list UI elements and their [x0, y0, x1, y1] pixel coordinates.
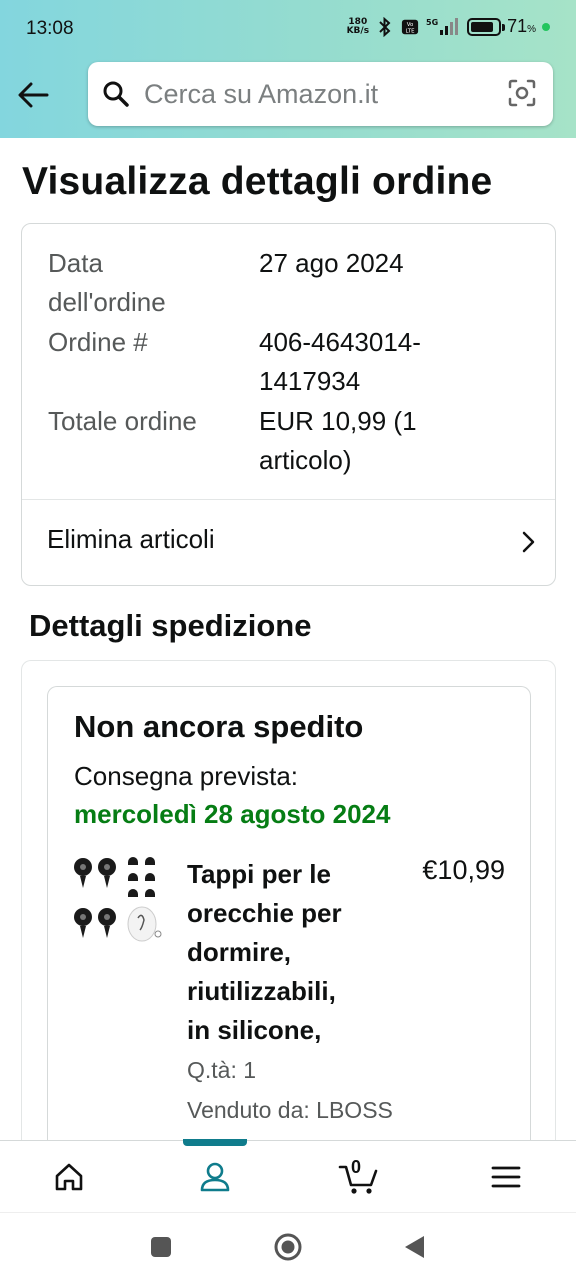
svg-text:Vo: Vo [407, 22, 414, 28]
order-total-label: Totale ordine [48, 406, 197, 436]
search-icon [102, 80, 130, 113]
product-image[interactable] [72, 852, 168, 946]
order-number-value: 406-4643014- 1417934 [259, 327, 421, 396]
product-quantity: Q.tà: 1 [187, 1057, 257, 1083]
nav-cart[interactable]: 0 [329, 1155, 389, 1199]
status-time: 13:08 [26, 18, 74, 39]
delivery-eta-label: Consegna prevista: [74, 761, 299, 791]
square-icon [151, 1237, 171, 1257]
nav-home[interactable] [39, 1155, 99, 1199]
search-bar[interactable]: Cerca su Amazon.it [88, 62, 553, 126]
menu-icon [491, 1166, 521, 1188]
app-header: 13:08 180 KB/s Vo LTE 5G 71% Cerca su Am… [0, 0, 576, 138]
svg-text:5G: 5G [426, 18, 438, 27]
bluetooth-icon [376, 16, 394, 37]
order-number-row: Ordine # 406-4643014- 1417934 [48, 323, 548, 403]
search-input[interactable]: Cerca su Amazon.it [144, 79, 378, 110]
order-summary-card: Data dell'ordine 27 ago 2024 Ordine # 40… [21, 223, 556, 586]
back-arrow-icon [18, 82, 49, 108]
page-title: Visualizza dettagli ordine [22, 160, 493, 203]
home-icon [55, 1163, 83, 1191]
recents-button[interactable] [145, 1231, 177, 1263]
home-button[interactable] [272, 1231, 304, 1263]
status-bar: 13:08 180 KB/s Vo LTE 5G 71% [0, 0, 576, 58]
shipping-section-title: Dettagli spedizione [29, 608, 312, 643]
svg-text:LTE: LTE [406, 28, 416, 34]
product-price: €10,99 [422, 855, 505, 885]
nav-menu[interactable] [476, 1155, 536, 1199]
camera-search-icon[interactable] [507, 78, 537, 113]
battery-icon [467, 17, 506, 36]
system-navigation-bar [0, 1212, 576, 1280]
nav-account[interactable] [185, 1155, 245, 1199]
active-tab-indicator [183, 1139, 247, 1146]
triangle-back-icon [405, 1236, 424, 1258]
status-icons: 180 KB/s Vo LTE 5G 71% [347, 16, 550, 37]
back-button[interactable] [398, 1231, 430, 1263]
product-title[interactable]: Tappi per le orecchie per dormire, riuti… [187, 855, 377, 1050]
charging-dot [542, 22, 550, 31]
order-number-label: Ordine # [48, 327, 148, 357]
order-total-value: EUR 10,99 (1 articolo) [259, 406, 417, 475]
volte-icon: Vo LTE [401, 17, 419, 37]
delete-items-link[interactable]: Elimina articoli [22, 500, 555, 586]
cart-count: 0 [351, 1157, 362, 1177]
order-date-row: Data dell'ordine 27 ago 2024 [48, 244, 548, 324]
order-total-row: Totale ordine EUR 10,99 (1 articolo) [48, 402, 548, 482]
battery-indicator: 71% [467, 16, 550, 37]
signal-icon: 5G [426, 17, 460, 37]
network-speed: 180 KB/s [346, 16, 370, 36]
product-seller: Venduto da: LBOSS [187, 1097, 393, 1123]
bottom-navigation: 0 [0, 1139, 576, 1212]
order-date-value: 27 ago 2024 [259, 248, 404, 278]
back-arrow-button[interactable] [14, 76, 52, 114]
circle-icon [274, 1233, 302, 1261]
delivery-eta-date: mercoledì 28 agosto 2024 [74, 799, 391, 829]
delete-items-label: Elimina articoli [47, 524, 215, 554]
chevron-right-icon [521, 530, 537, 559]
shipment-status: Non ancora spedito [74, 709, 364, 744]
account-icon [200, 1162, 230, 1192]
order-date-label: Data dell'ordine [48, 248, 166, 317]
